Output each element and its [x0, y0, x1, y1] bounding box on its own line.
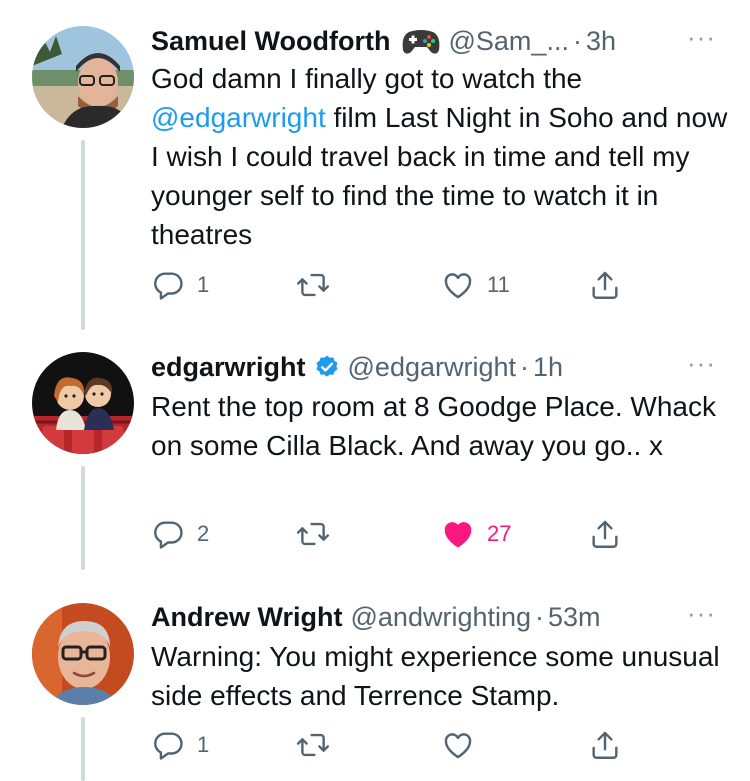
reply-icon: [154, 272, 183, 300]
reply-count: 2: [197, 521, 210, 546]
heart-icon: [444, 273, 472, 299]
avatar-image: [32, 26, 134, 128]
more-options-icon[interactable]: ···: [687, 598, 716, 629]
separator-dot: ·: [520, 351, 530, 382]
thread-line: [81, 140, 85, 330]
game-controller-icon: [401, 26, 441, 56]
mention-link[interactable]: @edgarwright: [151, 102, 326, 133]
like-count: 27: [487, 521, 512, 546]
tweet-header: Samuel Woodforth @Sam_... · 3h: [151, 24, 616, 58]
author-name[interactable]: Samuel Woodforth: [151, 26, 391, 57]
reply-count: 1: [197, 732, 210, 757]
avatar-image: [32, 603, 134, 705]
reply-icon: [154, 732, 183, 760]
tweet-actions: 1: [151, 728, 631, 764]
author-name[interactable]: edgarwright: [151, 352, 306, 383]
reply-count: 1: [197, 272, 210, 297]
heart-icon: [444, 733, 472, 759]
avatar[interactable]: [32, 603, 134, 705]
author-name[interactable]: Andrew Wright: [151, 602, 343, 633]
thread-line: [81, 466, 85, 570]
reply-button[interactable]: 1: [151, 728, 209, 762]
tweet-text: God damn I finally got to watch the @edg…: [151, 59, 731, 254]
retweet-button[interactable]: [296, 728, 342, 762]
author-handle[interactable]: @edgarwright: [348, 352, 517, 383]
share-icon: [592, 731, 618, 759]
tweet-text-part: God damn I finally got to watch the: [151, 63, 583, 94]
avatar-image: [32, 352, 134, 454]
thread-line: [81, 717, 85, 781]
avatar[interactable]: [32, 352, 134, 454]
avatar[interactable]: [32, 26, 134, 128]
reply-button[interactable]: 1: [151, 268, 209, 302]
reply-button[interactable]: 2: [151, 517, 209, 551]
verified-badge-icon: [314, 354, 340, 380]
author-handle[interactable]: @andwrighting: [351, 602, 532, 633]
like-button[interactable]: 11: [441, 268, 510, 302]
retweet-icon: [296, 733, 330, 757]
retweet-button[interactable]: [296, 268, 342, 302]
tweet-text: Warning: You might experience some unusu…: [151, 641, 720, 711]
tweet-1[interactable]: Samuel Woodforth @Sam_... · 3h ··· God d…: [0, 0, 750, 330]
share-button[interactable]: [588, 517, 622, 551]
retweet-button[interactable]: [296, 517, 342, 551]
tweet-header: Andrew Wright @andwrighting · 53m: [151, 600, 601, 634]
tweet-text: Rent the top room at 8 Goodge Place. Wha…: [151, 391, 716, 461]
timestamp[interactable]: 53m: [548, 602, 601, 633]
tweet-actions: 2 27: [151, 517, 631, 553]
tweet-header: edgarwright @edgarwright · 1h: [151, 350, 563, 384]
heart-filled-icon: [444, 522, 472, 548]
share-icon: [592, 520, 618, 548]
tweet-2[interactable]: edgarwright @edgarwright · 1h ··· Rent t…: [0, 330, 750, 570]
more-options-icon[interactable]: ···: [687, 22, 716, 53]
like-button[interactable]: [441, 728, 487, 762]
share-button[interactable]: [588, 268, 622, 302]
more-options-icon[interactable]: ···: [687, 348, 716, 379]
like-count: 11: [487, 272, 510, 297]
timestamp[interactable]: 3h: [586, 26, 616, 57]
separator-dot: ·: [535, 601, 545, 632]
retweet-icon: [296, 522, 330, 546]
like-button[interactable]: 27: [441, 517, 511, 551]
separator-dot: ·: [572, 25, 582, 56]
timestamp[interactable]: 1h: [533, 352, 563, 383]
retweet-icon: [296, 273, 330, 297]
tweet-3[interactable]: Andrew Wright @andwrighting · 53m ··· Wa…: [0, 570, 750, 781]
share-icon: [592, 271, 618, 299]
reply-icon: [154, 521, 183, 549]
tweet-actions: 1 11: [151, 268, 631, 304]
share-button[interactable]: [588, 728, 622, 762]
author-handle[interactable]: @Sam_...: [449, 26, 569, 57]
